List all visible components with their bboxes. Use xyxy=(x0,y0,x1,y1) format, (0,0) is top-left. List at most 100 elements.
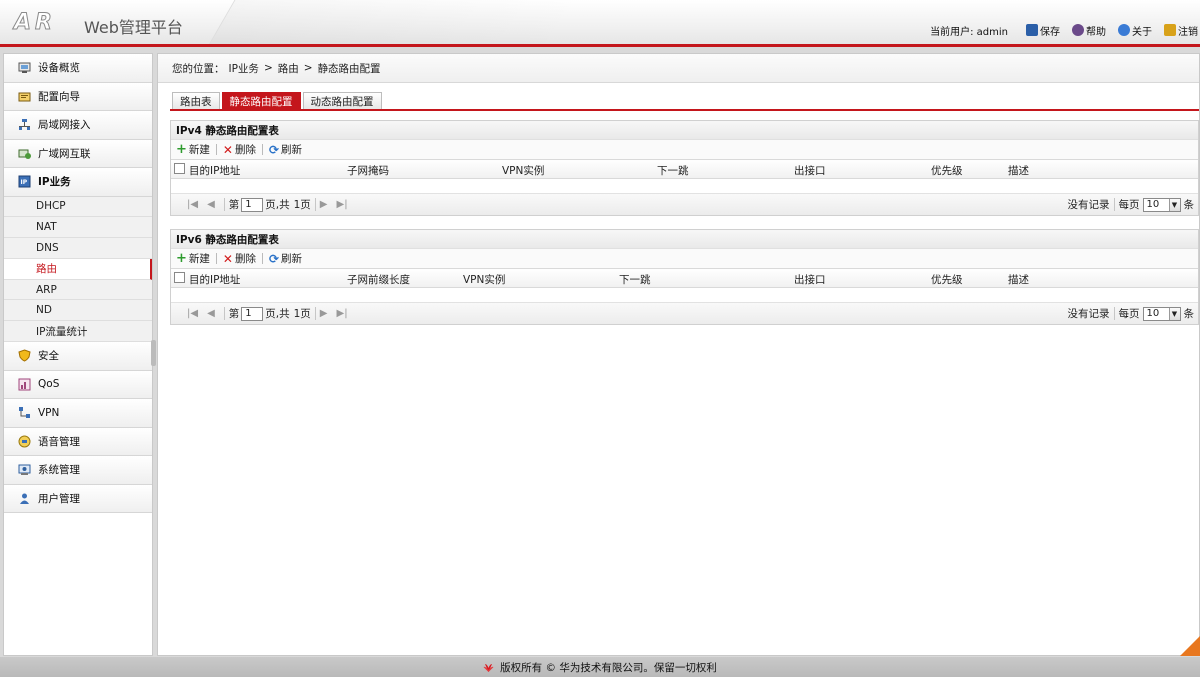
tab-dynamic-route-config[interactable]: 动态路由配置 xyxy=(302,92,382,109)
sidebar-item-voice-management[interactable]: 语音管理 xyxy=(4,427,152,457)
shield-icon xyxy=(18,349,31,362)
ipv6-toolbar: + 新建 ✕ 删除 ⟳ 刷新 xyxy=(171,249,1198,268)
tab-underline xyxy=(170,109,1199,111)
about-icon xyxy=(1118,24,1130,36)
svg-text:IP: IP xyxy=(21,179,28,186)
wan-icon xyxy=(18,147,31,160)
ipv6-page-size-select[interactable]: 10 ▼ xyxy=(1142,306,1181,321)
save-icon xyxy=(1026,24,1038,36)
plus-icon: + xyxy=(176,250,187,266)
corner-widget[interactable] xyxy=(1180,636,1200,656)
vpn-icon xyxy=(18,406,31,419)
ipv4-col-subnet-mask[interactable]: 子网掩码 xyxy=(347,163,389,178)
app-title: Web管理平台 xyxy=(84,18,183,37)
footer: 版权所有 © 华为技术有限公司。保留一切权利 xyxy=(0,657,1200,677)
prev-page-icon[interactable]: ◀ xyxy=(207,308,215,319)
breadcrumb-static-route: 静态路由配置 xyxy=(317,62,381,75)
sidebar-item-system-management[interactable]: 系统管理 xyxy=(4,456,152,485)
sidebar-subitem-arp[interactable]: ARP xyxy=(4,279,152,301)
ipv4-refresh-button[interactable]: ⟳ 刷新 xyxy=(269,142,302,157)
ipv6-col-vpn-instance[interactable]: VPN实例 xyxy=(463,272,505,287)
prev-page-icon[interactable]: ◀ xyxy=(207,199,215,210)
ipv6-col-next-hop[interactable]: 下一跳 xyxy=(619,272,651,287)
sidebar-nav: 设备概览 配置向导 局域网接入 广域网互联 IP IP业务 DHCP NAT D… xyxy=(3,53,153,656)
sidebar-subitem-nd[interactable]: ND xyxy=(4,300,152,322)
sidebar-subitem-dhcp[interactable]: DHCP xyxy=(4,196,152,218)
ipv6-page-input[interactable]: 1 xyxy=(241,306,264,321)
ipv6-col-priority[interactable]: 优先级 xyxy=(931,272,963,287)
ipv6-delete-button[interactable]: ✕ 删除 xyxy=(223,251,256,266)
ipv6-col-dest-ip[interactable]: 目的IP地址 xyxy=(189,272,240,287)
ipv4-page-size-select[interactable]: 10 ▼ xyxy=(1142,197,1181,212)
breadcrumb-route[interactable]: 路由 xyxy=(278,61,299,76)
help-link[interactable]: 帮助 xyxy=(1072,23,1106,38)
ipv6-col-prefix-length[interactable]: 子网前缀长度 xyxy=(347,272,410,287)
sidebar-item-security[interactable]: 安全 xyxy=(4,342,152,371)
qos-icon xyxy=(18,378,31,391)
main-content: 您的位置： IP业务 > 路由 > 静态路由配置 路由表 静态路由配置 动态路由… xyxy=(157,53,1200,656)
ip-service-icon: IP xyxy=(18,175,31,188)
sidebar-item-vpn[interactable]: VPN xyxy=(4,399,152,428)
ipv6-col-description[interactable]: 描述 xyxy=(1008,272,1029,287)
sidebar-subitem-route[interactable]: 路由 xyxy=(4,258,152,280)
help-icon xyxy=(1072,24,1084,36)
ipv6-empty-row xyxy=(171,288,1198,303)
last-page-icon[interactable]: ▶| xyxy=(337,308,348,319)
ipv4-col-dest-ip[interactable]: 目的IP地址 xyxy=(189,163,240,178)
ipv4-col-out-interface[interactable]: 出接口 xyxy=(794,163,826,178)
ipv4-static-route-panel: IPv4 静态路由配置表 + 新建 ✕ 删除 ⟳ 刷新 目的IP地址 子网掩码 VPN… xyxy=(170,120,1199,216)
ipv6-refresh-button[interactable]: ⟳ 刷新 xyxy=(269,251,302,266)
ipv4-delete-button[interactable]: ✕ 删除 xyxy=(223,142,256,157)
sidebar-subitem-dns[interactable]: DNS xyxy=(4,238,152,259)
ipv4-col-description[interactable]: 描述 xyxy=(1008,163,1029,178)
ar-logo: AR xyxy=(14,10,56,36)
ipv4-no-records: 没有记录 xyxy=(1067,199,1110,211)
device-overview-icon xyxy=(18,61,31,74)
delete-x-icon: ✕ xyxy=(222,251,233,266)
sidebar-item-qos[interactable]: QoS xyxy=(4,370,152,400)
ipv6-table-header: 目的IP地址 子网前缀长度 VPN实例 下一跳 出接口 优先级 描述 xyxy=(171,268,1198,288)
sidebar-item-wan-interconnect[interactable]: 广域网互联 xyxy=(4,139,152,168)
sidebar-subitem-nat[interactable]: NAT xyxy=(4,217,152,239)
user-icon xyxy=(18,492,31,505)
current-user-label: 当前用户: admin xyxy=(930,26,1008,38)
chevron-down-icon: ▼ xyxy=(1168,198,1180,211)
ipv6-pager: |◀ ◀ 第 1 页,共 1页 ▶ ▶| 没有记录 每页 10 ▼ 条 xyxy=(171,303,1198,324)
ipv6-col-out-interface[interactable]: 出接口 xyxy=(794,272,826,287)
sidebar-item-config-wizard[interactable]: 配置向导 xyxy=(4,82,152,111)
ipv4-col-priority[interactable]: 优先级 xyxy=(931,163,963,178)
sidebar-collapse-handle[interactable] xyxy=(151,340,156,366)
ipv6-no-records: 没有记录 xyxy=(1067,308,1110,320)
about-link[interactable]: 关于 xyxy=(1118,23,1152,38)
first-page-icon[interactable]: |◀ xyxy=(187,199,198,210)
ipv6-select-all-checkbox[interactable] xyxy=(174,272,185,283)
sidebar-subitem-ip-traffic[interactable]: IP流量统计 xyxy=(4,321,152,343)
sidebar-item-lan-access[interactable]: 局域网接入 xyxy=(4,111,152,140)
logout-link[interactable]: 注销 xyxy=(1164,23,1198,38)
huawei-logo-icon xyxy=(483,662,494,673)
ipv4-col-next-hop[interactable]: 下一跳 xyxy=(657,163,689,178)
next-page-icon[interactable]: ▶ xyxy=(320,199,328,210)
save-link[interactable]: 保存 xyxy=(1026,23,1060,38)
tab-route-table[interactable]: 路由表 xyxy=(172,92,220,109)
plus-icon: + xyxy=(176,141,187,157)
ipv4-page-input[interactable]: 1 xyxy=(241,197,264,212)
top-toolbar: 当前用户: admin 保存 帮助 关于 注销 xyxy=(930,22,1200,38)
sidebar-item-ip-service[interactable]: IP IP业务 xyxy=(4,168,152,197)
ipv4-new-button[interactable]: + 新建 xyxy=(176,142,210,157)
last-page-icon[interactable]: ▶| xyxy=(337,199,348,210)
next-page-icon[interactable]: ▶ xyxy=(320,308,328,319)
first-page-icon[interactable]: |◀ xyxy=(187,308,198,319)
sidebar-item-device-overview[interactable]: 设备概览 xyxy=(4,54,152,83)
breadcrumb-ip-service[interactable]: IP业务 xyxy=(229,61,259,76)
ipv4-panel-title: IPv4 静态路由配置表 xyxy=(171,121,1198,140)
voice-icon xyxy=(18,435,31,448)
ipv4-select-all-checkbox[interactable] xyxy=(174,163,185,174)
ipv6-new-button[interactable]: + 新建 xyxy=(176,251,210,266)
sidebar-item-user-management[interactable]: 用户管理 xyxy=(4,484,152,514)
ipv4-pager: |◀ ◀ 第 1 页,共 1页 ▶ ▶| 没有记录 每页 10 ▼ 条 xyxy=(171,194,1198,215)
ipv4-col-vpn-instance[interactable]: VPN实例 xyxy=(502,163,544,178)
tab-static-route-config[interactable]: 静态路由配置 xyxy=(221,92,301,109)
ipv4-empty-row xyxy=(171,179,1198,194)
refresh-icon: ⟳ xyxy=(268,142,280,157)
